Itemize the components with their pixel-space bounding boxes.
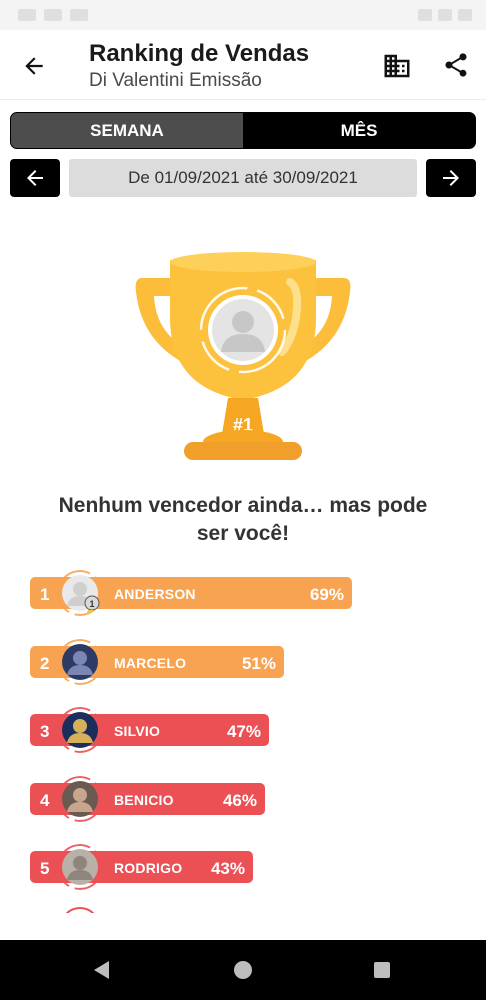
date-navigator: De 01/09/2021 até 30/09/2021 xyxy=(10,159,476,197)
previous-period-button[interactable] xyxy=(10,159,60,197)
nav-home-icon[interactable] xyxy=(234,961,252,979)
ranking-row[interactable]: 5 RODRIGO 43% xyxy=(30,844,460,892)
app-bar: Ranking de Vendas Di Valentini Emissão xyxy=(0,30,486,100)
empty-winner-message: Nenhum vencedor ainda… mas pode ser você… xyxy=(58,494,428,545)
status-icons-left xyxy=(18,9,108,21)
ranking-row[interactable]: 4 BENICIO 46% xyxy=(30,775,460,824)
ranking-percent: 69% xyxy=(309,585,344,604)
ranking-position: 2 xyxy=(40,653,50,673)
system-nav-bar xyxy=(0,940,486,1000)
ranking-position: 1 xyxy=(40,585,50,604)
arrow-left-icon xyxy=(27,170,43,186)
ranking-row[interactable]: 1 1 ANDERSON 69% xyxy=(30,570,460,618)
arrow-left-icon xyxy=(25,57,43,75)
ranking-name: BENICIO xyxy=(114,791,174,808)
ranking-position: 5 xyxy=(40,859,50,878)
page-subtitle: Di Valentini Emissão xyxy=(89,70,262,91)
ranking-position: 3 xyxy=(40,722,50,741)
trophy-illustration: #1 xyxy=(135,252,351,460)
ranking-row[interactable]: 3 SILVIO 47% xyxy=(30,707,460,755)
tab-mes[interactable]: MÊS xyxy=(243,113,475,148)
ranking-position: 4 xyxy=(40,790,50,810)
avatar xyxy=(57,775,103,822)
nav-back-icon[interactable] xyxy=(91,959,111,981)
svg-text:1: 1 xyxy=(89,599,94,609)
back-button[interactable] xyxy=(18,50,50,82)
avatar xyxy=(57,844,103,890)
building-icon xyxy=(384,54,410,78)
next-period-button[interactable] xyxy=(426,159,476,197)
ranking-percent: 47% xyxy=(226,722,261,741)
ranking-name: ANDERSON xyxy=(114,586,196,602)
arrow-right-icon xyxy=(443,170,459,186)
period-toggle: SEMANA MÊS xyxy=(10,112,476,149)
ranking-name: SILVIO xyxy=(114,723,161,739)
tab-semana[interactable]: SEMANA xyxy=(11,113,243,148)
ranking-percent: 51% xyxy=(241,653,276,673)
ranking-percent: 43% xyxy=(210,859,245,878)
date-range-label: De 01/09/2021 até 30/09/2021 xyxy=(69,159,417,197)
status-bar xyxy=(0,0,486,30)
status-icons-right xyxy=(412,9,472,21)
avatar xyxy=(57,638,103,685)
ranking-percent: 46% xyxy=(222,790,257,810)
page-title: Ranking de Vendas xyxy=(89,40,310,67)
avatar: 1 xyxy=(57,570,103,616)
share-icon xyxy=(445,53,467,77)
company-button[interactable] xyxy=(381,50,413,82)
ranking-name: MARCELO xyxy=(114,654,187,671)
nav-recents-icon[interactable] xyxy=(374,962,390,978)
ranking-row-partial xyxy=(60,906,100,913)
ranking-row[interactable]: 2 MARCELO 51% xyxy=(30,638,460,687)
header-titles: Ranking de Vendas Di Valentini Emissão xyxy=(89,39,309,93)
ranking-name: RODRIGO xyxy=(114,860,183,876)
share-button[interactable] xyxy=(440,49,472,81)
avatar xyxy=(57,707,103,753)
